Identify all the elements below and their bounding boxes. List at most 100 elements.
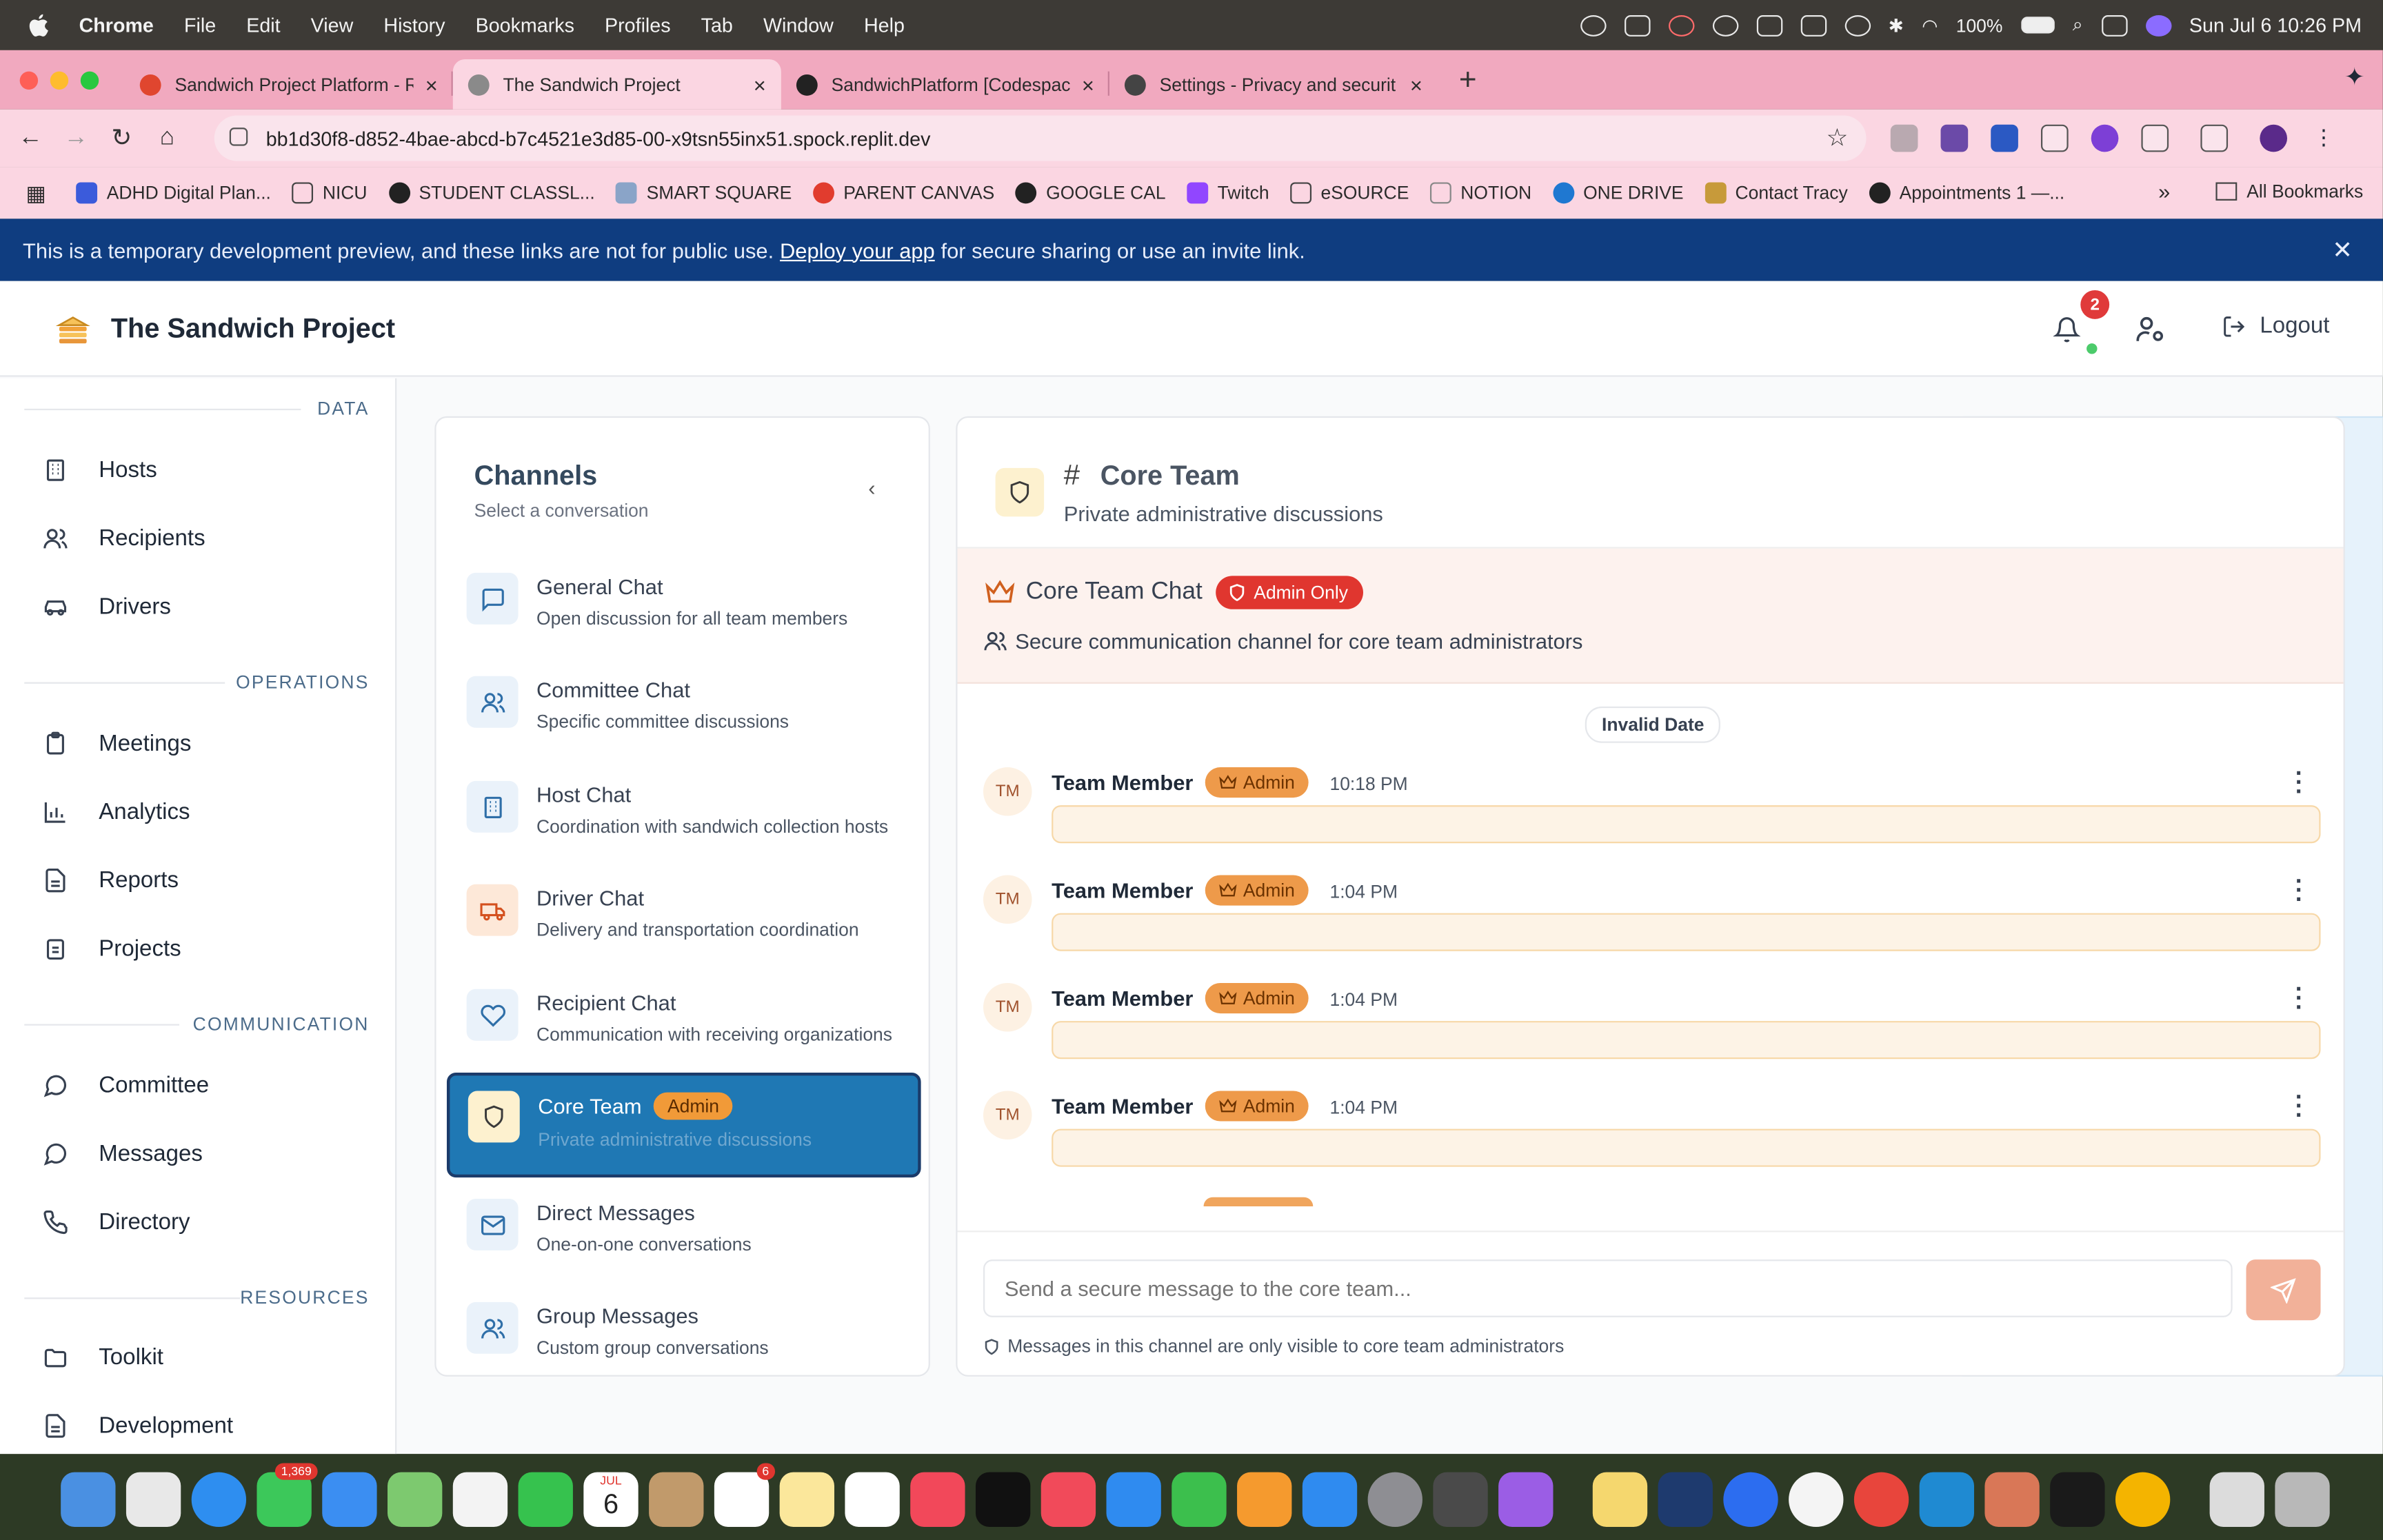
extension-4-icon[interactable] (2040, 124, 2069, 152)
reload-icon[interactable]: ↻ (106, 123, 137, 154)
url-text[interactable]: bb1d30f8-d852-4bae-abcd-b7c4521e3d85-00-… (266, 127, 931, 150)
channel-driver-chat[interactable]: Driver Chat Delivery and transportation c… (447, 867, 921, 964)
sidebar-item-toolkit[interactable]: Toolkit (43, 1345, 163, 1370)
message-bubble[interactable] (1052, 805, 2321, 844)
photos-icon[interactable] (452, 1472, 508, 1528)
bookmark-folder[interactable]: NICU (292, 182, 368, 204)
collapse-panel-icon[interactable]: ‹ (868, 476, 875, 500)
status-stamp-icon[interactable] (1756, 14, 1782, 36)
extension-5-icon[interactable] (2091, 124, 2119, 152)
menu-tab[interactable]: Tab (701, 14, 733, 37)
close-banner-icon[interactable]: ✕ (2332, 236, 2353, 266)
channel-recipient-chat[interactable]: Recipient Chat Communication with receivi… (447, 973, 921, 1070)
sidebar-item-projects[interactable]: Projects (43, 936, 181, 962)
zoom-window-button[interactable] (80, 71, 99, 90)
battery-icon[interactable] (2020, 17, 2055, 34)
close-tab-icon[interactable]: × (1410, 72, 1422, 97)
messages-icon[interactable]: 1,369 (257, 1463, 318, 1528)
bookmark-item[interactable]: Contact Tracy (1705, 182, 1848, 204)
facetime-icon[interactable] (518, 1472, 573, 1528)
music-icon[interactable] (910, 1472, 965, 1528)
finder-icon[interactable] (61, 1472, 116, 1528)
numbers-icon[interactable] (1172, 1472, 1227, 1528)
chatgpt-icon[interactable] (1789, 1472, 1844, 1528)
avatar[interactable]: TM (983, 982, 1032, 1032)
channel-general-chat[interactable]: General Chat Open discussion for all team… (447, 556, 921, 654)
profile-avatar[interactable] (2260, 124, 2288, 152)
siri-icon[interactable] (2145, 14, 2171, 36)
browser-tab[interactable]: Settings - Privacy and securit × (1109, 59, 1438, 110)
cast-icon[interactable] (2200, 124, 2229, 152)
close-tab-icon[interactable]: × (1082, 72, 1094, 97)
wifi-icon[interactable]: ◠ (1922, 14, 1938, 36)
menu-bookmarks[interactable]: Bookmarks (476, 14, 574, 37)
tab-search-icon[interactable]: ✦ (2344, 62, 2365, 92)
deploy-app-link[interactable]: Deploy your app (780, 238, 935, 262)
app-store-icon[interactable] (1302, 1472, 1358, 1528)
message-bubble[interactable] (1052, 913, 2321, 951)
avatar[interactable]: TM (983, 767, 1032, 816)
menubar-clock[interactable]: Sun Jul 6 10:26 PM (2189, 14, 2362, 37)
chrome-icon[interactable] (1853, 1472, 1909, 1528)
trash-icon[interactable] (2275, 1472, 2330, 1528)
message-input[interactable] (983, 1259, 2233, 1317)
avatar[interactable]: TM (983, 875, 1032, 924)
bookmark-item[interactable]: ONE DRIVE (1553, 182, 1684, 204)
apps-grid-icon[interactable]: ▦ (26, 180, 46, 205)
menu-edit[interactable]: Edit (246, 14, 280, 37)
sidebar-item-recipients[interactable]: Recipients (43, 526, 205, 551)
home-icon[interactable]: ⌂ (152, 125, 182, 152)
close-tab-icon[interactable]: × (754, 72, 766, 97)
more-bookmarks-icon[interactable]: » (2158, 179, 2170, 203)
app-title[interactable]: The Sandwich Project (111, 313, 395, 345)
channel-core-team[interactable]: Core Team Admin Private administrative dis… (446, 1073, 921, 1178)
menu-help[interactable]: Help (864, 14, 905, 37)
extension-2-icon[interactable] (1940, 124, 1969, 152)
browser-tab-active[interactable]: The Sandwich Project × (452, 59, 781, 110)
tv-icon[interactable] (975, 1472, 1031, 1528)
close-tab-icon[interactable]: × (425, 72, 438, 97)
message-bubble[interactable] (1052, 1128, 2321, 1167)
reminders-icon[interactable]: 6 (714, 1463, 776, 1528)
more-options-icon[interactable]: · · · (2295, 1086, 2304, 1128)
calendar-icon[interactable]: JUL 6 (583, 1472, 639, 1528)
forward-icon[interactable]: → (61, 125, 91, 152)
bookmark-item[interactable]: NOTION (1430, 182, 1531, 204)
minimize-window-button[interactable] (50, 71, 69, 90)
bookmark-item[interactable]: SMART SQUARE (616, 182, 792, 204)
bookmark-item[interactable]: GOOGLE CAL (1016, 182, 1166, 204)
status-people-icon[interactable] (1800, 14, 1827, 36)
extension-3-icon[interactable] (1991, 124, 2018, 152)
channel-direct-messages[interactable]: Direct Messages One-on-one conversations (447, 1182, 921, 1279)
keynote-icon[interactable] (1106, 1472, 1161, 1528)
status-airdrop-icon[interactable] (1844, 14, 1871, 36)
chrome-icon[interactable] (2115, 1472, 2171, 1528)
maps-icon[interactable] (388, 1472, 443, 1528)
all-bookmarks-folder[interactable]: All Bookmarks (2216, 181, 2363, 202)
system-settings-icon[interactable] (1367, 1472, 1422, 1528)
extensions-puzzle-icon[interactable] (2141, 124, 2169, 152)
sidebar-item-development[interactable]: Development (43, 1413, 233, 1439)
bookmark-item[interactable]: STUDENT CLASSL... (388, 182, 595, 204)
sidebar-item-messages[interactable]: Messages (43, 1141, 203, 1167)
menu-file[interactable]: File (184, 14, 216, 37)
news-icon[interactable] (1040, 1472, 1096, 1528)
status-grid-icon[interactable] (1624, 14, 1650, 36)
status-cloud-icon[interactable] (1580, 14, 1606, 36)
iphone-mirroring-icon[interactable] (1433, 1472, 1488, 1528)
send-button[interactable] (2246, 1259, 2321, 1321)
new-tab-button[interactable]: + (1459, 64, 1477, 99)
feedback-icon[interactable] (1498, 1472, 1554, 1528)
status-record-icon[interactable] (1667, 14, 1694, 36)
menu-history[interactable]: History (383, 14, 445, 37)
pages-icon[interactable] (1237, 1472, 1292, 1528)
notes-icon[interactable] (779, 1472, 834, 1528)
more-options-icon[interactable]: · · · (2295, 870, 2304, 913)
vscode-icon[interactable] (1919, 1472, 1974, 1528)
apple-icon[interactable] (28, 13, 49, 37)
menu-app-name[interactable]: Chrome (79, 14, 154, 37)
bookmark-item[interactable]: eSOURCE (1290, 182, 1409, 204)
status-dollar-icon[interactable] (1711, 14, 1738, 36)
sidebar-item-analytics[interactable]: Analytics (43, 799, 190, 825)
logout-button[interactable]: Logout (2222, 313, 2329, 338)
